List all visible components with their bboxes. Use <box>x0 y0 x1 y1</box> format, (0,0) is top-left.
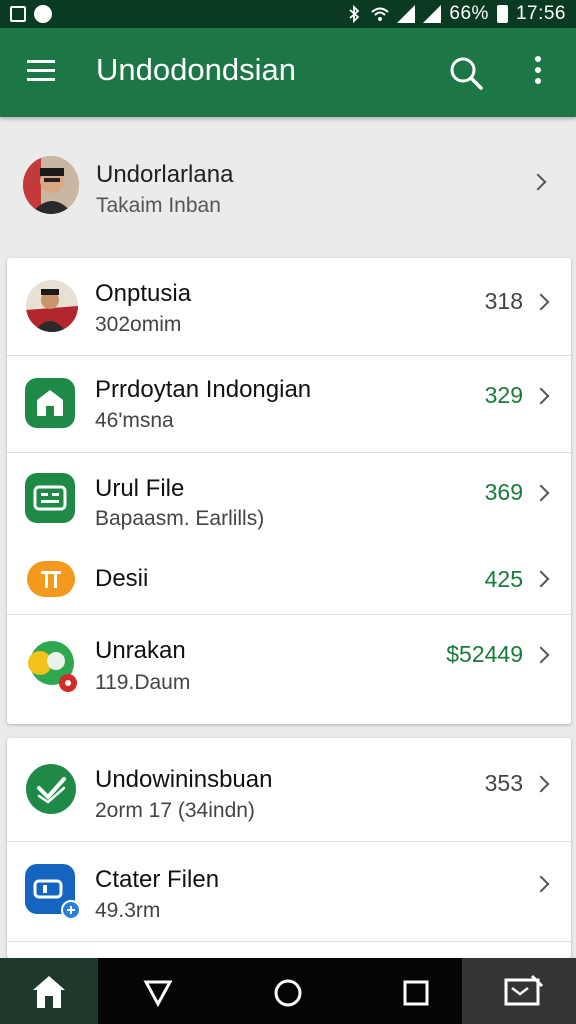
keyboard-icon <box>25 473 75 523</box>
chevron-right-icon <box>532 484 550 502</box>
list-item[interactable]: Desii 425 <box>7 549 571 615</box>
list-item[interactable]: Urul File Bapaasm. Earlills) 369 <box>7 453 571 549</box>
chevron-right-icon <box>532 570 550 588</box>
list-item[interactable]: Ctater Filen 49.3rm <box>7 842 571 942</box>
hamburger-menu-icon[interactable] <box>27 60 55 82</box>
person-avatar <box>26 280 78 332</box>
cell-signal-icon <box>397 5 416 23</box>
list-item[interactable]: Onptusia 302omim 318 <box>7 258 571 356</box>
list-item-value: 353 <box>484 770 523 796</box>
wifi-icon <box>371 7 390 21</box>
list-item-value: 329 <box>484 382 523 408</box>
chevron-right-icon <box>532 875 550 893</box>
list-card-2: Undowininsbuan 2orm 17 (34indn) 353 Ctat… <box>7 738 571 958</box>
search-icon[interactable] <box>448 55 484 91</box>
status-bar: 66% 17:56 <box>0 0 576 28</box>
profile-row[interactable]: Undorlarlana Takaim Inban <box>0 118 576 248</box>
list-item-title: Ctater Filen <box>95 866 220 893</box>
design-icon <box>27 561 75 597</box>
list-item-title: Undowininsbuan <box>95 766 273 793</box>
chevron-right-icon <box>532 646 550 664</box>
list-card-1: Onptusia 302omim 318 Prrdoytan Indongian… <box>7 258 571 724</box>
chevron-right-icon <box>532 293 550 311</box>
list-item-title: Onptusia <box>95 280 192 307</box>
list-item-subtitle: 2orm 17 (34indn) <box>95 799 255 822</box>
cell-signal-2-icon <box>423 5 442 23</box>
check-shield-icon <box>26 764 76 814</box>
profile-subtitle: Takaim Inban <box>96 194 221 217</box>
app-bar: Undodondsian <box>0 28 576 117</box>
globe-icon <box>26 639 78 692</box>
home-icon <box>33 976 65 1008</box>
app-notification-icon <box>34 5 52 23</box>
bluetooth-icon <box>349 5 360 23</box>
navigation-bar <box>0 958 576 1024</box>
list-item-subtitle: 49.3rm <box>95 899 161 922</box>
list-item-value: 425 <box>484 566 523 592</box>
list-item-subtitle: 46'msna <box>95 409 174 432</box>
chevron-right-icon <box>532 387 550 405</box>
list-item-value: $52449 <box>446 641 523 667</box>
profile-avatar <box>23 156 79 214</box>
clock: 17:56 <box>515 3 566 24</box>
list-item-subtitle: 119.Daum <box>95 671 191 694</box>
chevron-right-icon <box>529 173 547 191</box>
home-button[interactable] <box>0 958 98 1024</box>
notification-button[interactable] <box>462 958 576 1024</box>
house-icon <box>25 378 75 428</box>
inbox-icon <box>504 974 544 1006</box>
list-item-value: 318 <box>484 288 523 314</box>
more-options-icon[interactable] <box>533 56 543 88</box>
list-item-value: 369 <box>484 479 523 505</box>
app-title: Undodondsian <box>96 52 296 87</box>
list-item[interactable]: Undowininsbuan 2orm 17 (34indn) 353 <box>7 738 571 842</box>
list-item[interactable]: Unrakan 119.Daum $52449 <box>7 615 571 723</box>
back-icon[interactable] <box>142 978 174 1008</box>
list-item-title: Urul File <box>95 475 185 502</box>
list-item-title: Prrdoytan Indongian <box>95 376 312 403</box>
image-notification-icon <box>10 6 26 22</box>
profile-name: Undorlarlana <box>96 161 234 188</box>
list-item-subtitle: Bapaasm. Earlills) <box>95 507 265 530</box>
list-item[interactable]: Prrdoytan Indongian 46'msna 329 <box>7 356 571 453</box>
battery-percent: 66% <box>449 3 489 24</box>
battery-icon <box>496 5 508 23</box>
chevron-right-icon <box>532 775 550 793</box>
list-item-subtitle: 302omim <box>95 313 182 336</box>
list-item-title: Desii <box>95 565 149 592</box>
list-item-title: Unrakan <box>95 637 186 664</box>
file-icon <box>25 864 81 920</box>
divider <box>7 941 571 942</box>
home-circle-icon[interactable] <box>272 977 304 1009</box>
recents-icon[interactable] <box>402 979 430 1007</box>
